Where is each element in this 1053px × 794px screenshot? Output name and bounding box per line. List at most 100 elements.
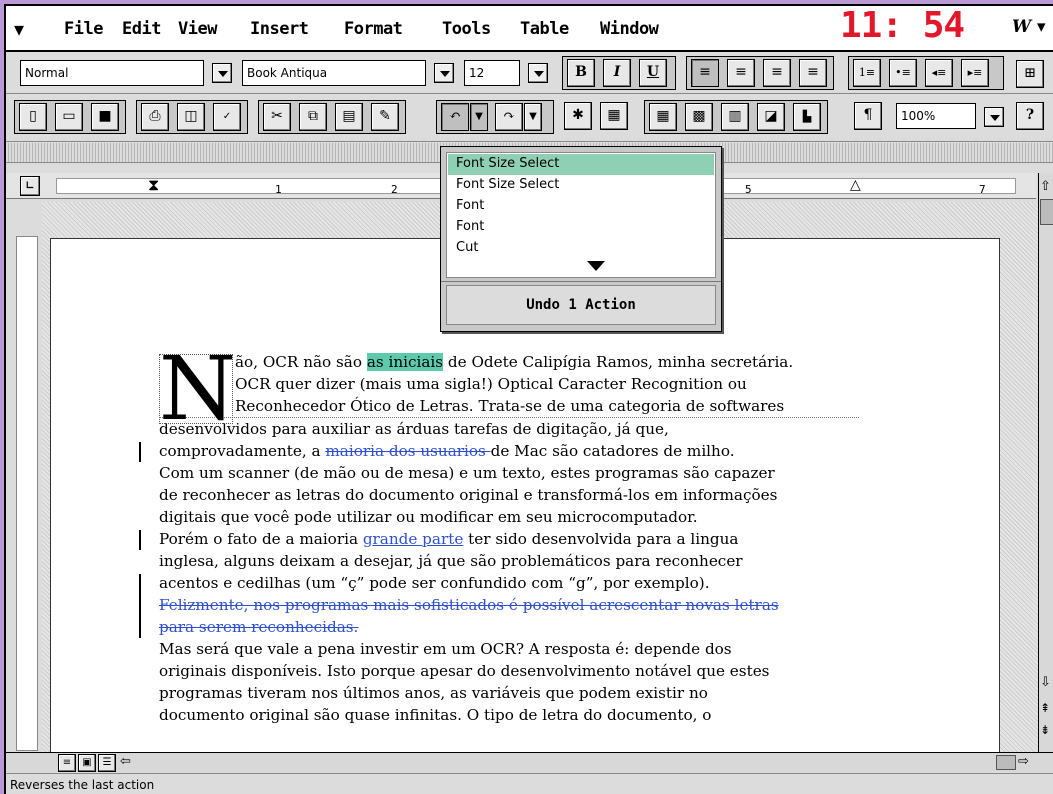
align-center-icon[interactable]: ≡ — [727, 59, 755, 87]
more-items-arrow-icon[interactable] — [587, 261, 605, 271]
align-left-icon[interactable]: ≡ — [691, 59, 719, 87]
zoom-select[interactable]: 100% — [896, 103, 976, 129]
undo-item-font-size-select[interactable]: Font Size Select — [448, 175, 714, 196]
chart-icon[interactable]: ▙ — [793, 103, 821, 131]
copy-icon[interactable]: ⧉ — [299, 103, 327, 131]
menu-window[interactable]: Window — [600, 19, 659, 39]
paste-icon[interactable]: ▤ — [335, 103, 363, 131]
bold-button[interactable]: B — [567, 59, 595, 87]
undo-count-label: Undo 1 Action — [446, 285, 716, 325]
new-document-icon[interactable]: ▯ — [19, 103, 47, 131]
numbered-list-icon[interactable]: 1≡ — [853, 59, 881, 87]
cut-scissors-icon[interactable]: ✂ — [263, 103, 291, 131]
drawing-icon[interactable]: ◪ — [757, 103, 785, 131]
font-size-dropdown-button[interactable] — [528, 63, 548, 83]
borders-icon[interactable]: ⊞ — [1016, 60, 1044, 88]
undo-dropdown-arrow-icon[interactable]: ▼ — [470, 103, 488, 131]
text-run: de Odete Calipígia Ramos, minha secretár… — [443, 353, 794, 371]
scroll-right-arrow-icon[interactable]: ⇨ — [1018, 754, 1029, 769]
normal-view-icon[interactable]: ≡ — [58, 754, 76, 772]
text-run: Porém o fato de a maioria — [159, 530, 363, 548]
excel-worksheet-icon[interactable]: ▩ — [685, 103, 713, 131]
horizontal-scrollbar[interactable]: ≡ ▣ ☰ ⇦ ⇨ — [6, 752, 1053, 772]
font-dropdown-button[interactable] — [434, 63, 454, 83]
table-icon[interactable]: ▦ — [649, 103, 677, 131]
formatting-toolbar: Normal Book Antiqua 12 B I U ≡ ≡ ≡ ≡ 1≡ … — [6, 52, 1053, 94]
text-line: documento original são quase infinitas. … — [159, 706, 712, 724]
dropcap-letter: N — [159, 337, 236, 440]
apple-menu-icon[interactable]: ▾ — [14, 17, 24, 41]
right-indent-marker-icon[interactable]: △ — [850, 177, 861, 193]
text-line: de reconhecer as letras do documento ori… — [159, 486, 778, 504]
print-preview-icon[interactable]: ◫ — [177, 103, 205, 131]
decrease-indent-icon[interactable]: ◂≡ — [925, 59, 953, 87]
horizontal-scroll-thumb[interactable] — [996, 755, 1016, 770]
popup-divider — [441, 281, 721, 282]
print-icon[interactable]: ⎙ — [141, 103, 169, 131]
italic-button[interactable]: I — [603, 59, 631, 87]
undo-item-font-size-select[interactable]: Font Size Select — [448, 154, 714, 175]
previous-page-icon[interactable]: ⇞ — [1040, 701, 1050, 715]
bulleted-list-icon[interactable]: •≡ — [889, 59, 917, 87]
scroll-up-arrow-icon[interactable]: ⇧ — [1040, 179, 1051, 194]
document-body[interactable]: N ão, OCR não são as iniciais de Odete C… — [139, 337, 859, 726]
text-run: comprovadamente, a — [159, 442, 326, 460]
insert-table-icon[interactable]: ▦ — [600, 102, 628, 130]
align-right-icon[interactable]: ≡ — [763, 59, 791, 87]
font-size-select[interactable]: 12 — [464, 60, 520, 86]
undo-item-font[interactable]: Font — [448, 217, 714, 238]
increase-indent-icon[interactable]: ▸≡ — [961, 59, 989, 87]
text-line: Com um scanner (de mão ou de mesa) e um … — [159, 464, 775, 482]
underline-button[interactable]: U — [639, 59, 667, 87]
menu-format[interactable]: Format — [344, 19, 403, 39]
undo-icon[interactable]: ↶ — [441, 103, 469, 131]
text-line: Reconhecedor Ótico de Letras. Trata-se d… — [159, 395, 859, 418]
undo-item-cut[interactable]: Cut — [448, 238, 714, 259]
text-line: OCR quer dizer (mais uma sigla!) Optical… — [235, 375, 747, 393]
menu-tools[interactable]: Tools — [442, 19, 491, 39]
menu-file[interactable]: File — [64, 19, 103, 39]
alignment-group: ≡ ≡ ≡ ≡ — [686, 56, 834, 90]
undo-redo-group: ↶ ▼ ↷ ▼ — [436, 100, 554, 134]
scroll-left-arrow-icon[interactable]: ⇦ — [120, 754, 131, 769]
columns-icon[interactable]: ▥ — [721, 103, 749, 131]
outline-view-icon[interactable]: ☰ — [98, 754, 116, 772]
page-layout-view-icon[interactable]: ▣ — [78, 754, 96, 772]
justify-icon[interactable]: ≡ — [799, 59, 827, 87]
menu-view[interactable]: View — [178, 19, 217, 39]
zoom-dropdown-button[interactable] — [984, 107, 1004, 127]
text-line: inglesa, alguns deixam a desejar, já que… — [159, 552, 743, 570]
app-icon-label: W — [1012, 17, 1032, 37]
font-select[interactable]: Book Antiqua — [242, 60, 426, 86]
style-select[interactable]: Normal — [20, 60, 204, 86]
word-application-icon[interactable]: W ▾ — [1012, 17, 1046, 37]
redo-dropdown-arrow-icon[interactable]: ▼ — [524, 103, 542, 131]
save-icon[interactable]: ■ — [91, 103, 119, 131]
next-page-icon[interactable]: ⇟ — [1040, 723, 1050, 737]
help-button[interactable]: ? — [1016, 102, 1044, 130]
text-line: programas tiveram nos últimos anos, as v… — [159, 684, 708, 702]
undo-history-list[interactable]: Font Size Select Font Size Select Font F… — [446, 152, 716, 278]
revision-bar — [139, 530, 141, 550]
redo-icon[interactable]: ↷ — [495, 103, 523, 131]
text-run: ter sido desenvolvida para a lingua — [463, 530, 739, 548]
undo-item-font[interactable]: Font — [448, 196, 714, 217]
vertical-scrollbar[interactable]: ⇧ ⇩ ⇞ ⇟ — [1038, 173, 1053, 753]
open-folder-icon[interactable]: ▭ — [55, 103, 83, 131]
vertical-ruler[interactable] — [16, 236, 38, 751]
menu-edit[interactable]: Edit — [122, 19, 161, 39]
menu-table[interactable]: Table — [520, 19, 569, 39]
first-line-indent-marker-icon[interactable]: ⧗ — [148, 175, 159, 195]
menu-insert[interactable]: Insert — [250, 19, 309, 39]
print-group: ⎙ ◫ ✓ — [136, 100, 248, 134]
text-line: acentos e cedilhas (um “ç” pode ser conf… — [139, 572, 859, 638]
ruler-number-1: 1 — [275, 183, 282, 196]
autotext-icon[interactable]: ✱ — [564, 102, 592, 130]
style-dropdown-button[interactable] — [212, 63, 232, 83]
spelling-icon[interactable]: ✓ — [213, 103, 241, 131]
format-painter-icon[interactable]: ✎ — [371, 103, 399, 131]
scroll-down-arrow-icon[interactable]: ⇩ — [1040, 675, 1051, 690]
scroll-thumb[interactable] — [1040, 199, 1053, 225]
show-paragraph-marks-button[interactable]: ¶ — [854, 102, 882, 130]
tab-stop-selector-icon[interactable]: ∟ — [20, 176, 40, 196]
